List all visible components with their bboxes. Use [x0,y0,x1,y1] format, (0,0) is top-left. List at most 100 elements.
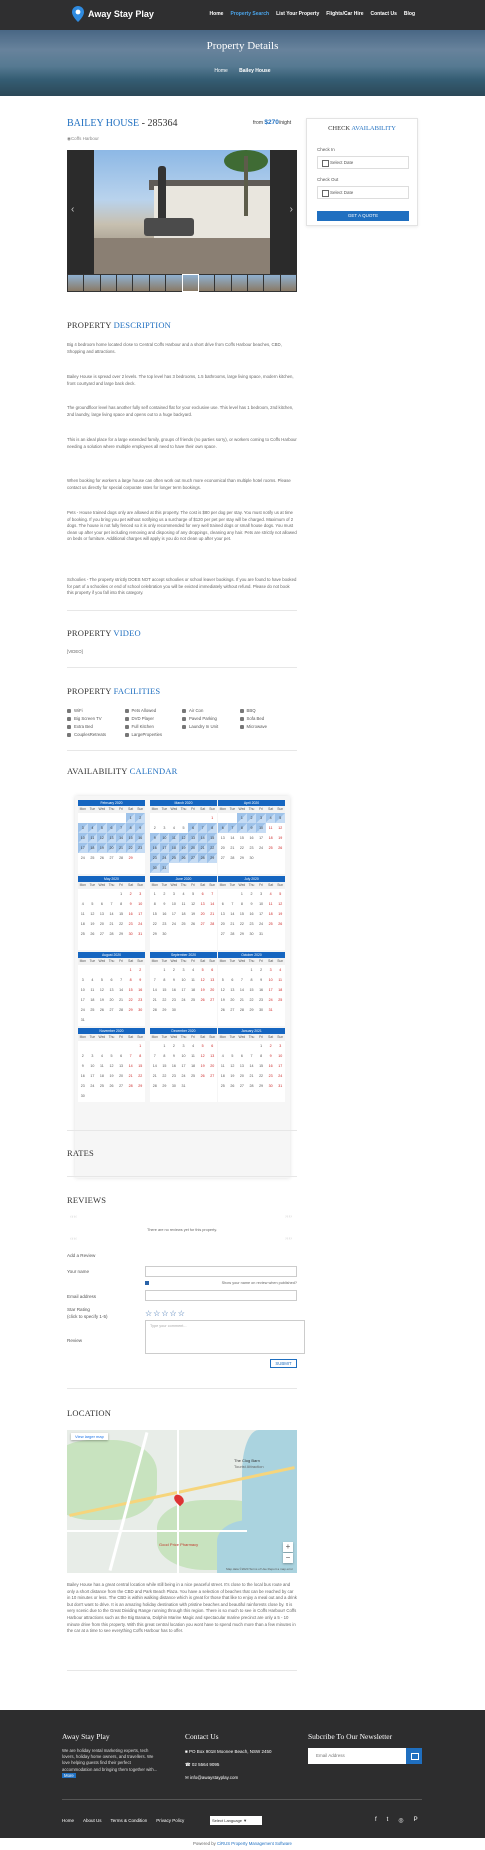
calendar-day[interactable]: 22 [150,919,160,929]
calendar-day[interactable]: 28 [116,853,126,863]
calendar-day[interactable]: 11 [188,975,198,985]
calendar-day[interactable]: 30 [256,1005,266,1015]
calendar-day[interactable]: 10 [256,899,266,909]
calendar-day[interactable]: 31 [256,929,266,939]
calendar-day[interactable]: 2 [135,965,145,975]
calendar-day[interactable]: 4 [265,813,276,823]
calendar-day[interactable]: 13 [106,833,117,843]
thumbnail[interactable] [247,275,264,291]
calendar-day[interactable]: 31 [78,1015,88,1025]
calendar-day[interactable]: 25 [169,853,179,863]
newsletter-email-input[interactable]: Email Address [316,1753,345,1758]
nav-home[interactable]: Home [210,11,224,17]
calendar-day[interactable]: 2 [247,889,257,899]
calendar-day[interactable]: 3 [88,1051,98,1061]
zoom-out-button[interactable]: − [283,1553,293,1563]
calendar-day[interactable]: 15 [256,1061,266,1071]
calendar-day[interactable]: 14 [150,1061,160,1071]
calendar-day[interactable]: 13 [107,985,117,995]
calendar-day[interactable]: 21 [107,919,117,929]
calendar-day[interactable]: 23 [169,1071,179,1081]
calendar-day[interactable]: 9 [256,975,266,985]
pinterest-icon[interactable]: P [414,1817,418,1824]
more-link[interactable]: More [62,1772,76,1778]
calendar-day[interactable]: 26 [275,843,285,853]
calendar-day[interactable]: 20 [207,985,217,995]
calendar-day[interactable]: 19 [97,843,107,853]
calendar-day[interactable]: 6 [207,1041,217,1051]
calendar-day[interactable]: 6 [218,823,228,833]
calendar-day[interactable]: 2 [160,889,170,899]
calendar-day[interactable]: 3 [169,889,179,899]
calendar-day[interactable]: 29 [160,1005,170,1015]
calendar-day[interactable]: 21 [150,995,160,1005]
calendar-day[interactable]: 25 [78,929,88,939]
calendar-day[interactable]: 25 [97,1081,107,1091]
calendar-day[interactable]: 1 [150,889,160,899]
calendar-day[interactable]: 1 [247,965,257,975]
calendar-day[interactable]: 31 [275,1081,285,1091]
calendar-day[interactable]: 24 [179,1071,189,1081]
calendar-day[interactable]: 4 [266,889,276,899]
calendar-day[interactable]: 12 [88,909,98,919]
calendar-day[interactable]: 5 [198,965,208,975]
calendar-day[interactable]: 5 [218,975,228,985]
calendar-day[interactable]: 30 [169,1005,179,1015]
calendar-day[interactable]: 1 [160,965,170,975]
calendar-day[interactable]: 5 [88,899,98,909]
calendar-day[interactable]: 19 [218,995,228,1005]
gallery-next-icon[interactable]: › [290,204,293,215]
calendar-day[interactable]: 9 [160,899,170,909]
calendar-day[interactable]: 1 [256,1041,266,1051]
calendar-day[interactable]: 12 [275,899,285,909]
calendar-day[interactable]: 8 [160,1051,170,1061]
calendar-day[interactable]: 16 [256,985,266,995]
calendar-day[interactable]: 3 [256,889,266,899]
calendar-day[interactable]: 22 [256,1071,266,1081]
calendar-day[interactable]: 4 [78,899,88,909]
calendar-day[interactable]: 30 [126,929,136,939]
calendar-day[interactable]: 4 [188,1041,198,1051]
calendar-day[interactable]: 12 [97,985,107,995]
facebook-icon[interactable]: f [375,1817,377,1824]
calendar-day[interactable]: 12 [198,1051,208,1061]
calendar-day[interactable]: 18 [266,833,276,843]
thumbnail[interactable] [198,275,215,291]
calendar-day[interactable]: 29 [126,1005,136,1015]
calendar-day[interactable]: 25 [218,1081,228,1091]
calendar-day[interactable]: 26 [107,1081,117,1091]
calendar-day[interactable]: 18 [88,995,98,1005]
nav-blog[interactable]: Blog [404,11,415,17]
calendar-day[interactable]: 24 [256,843,266,853]
language-select[interactable]: Select Language ▼ [210,1816,262,1825]
calendar-day[interactable]: 16 [135,985,145,995]
calendar-day[interactable]: 5 [198,1041,208,1051]
checkout-input[interactable]: Select Date [317,186,409,199]
calendar-day[interactable]: 30 [266,1081,276,1091]
calendar-day[interactable]: 17 [78,995,88,1005]
breadcrumb-home[interactable]: Home [214,68,227,74]
calendar-day[interactable]: 3 [256,813,266,823]
calendar-day[interactable]: 22 [247,995,257,1005]
calendar-day[interactable]: 7 [150,975,160,985]
calendar-day[interactable]: 28 [207,919,217,929]
calendar-day[interactable]: 17 [179,1061,189,1071]
calendar-day[interactable]: 6 [97,899,107,909]
calendar-day[interactable]: 27 [188,853,198,863]
calendar-day[interactable]: 23 [78,1081,88,1091]
calendar-day[interactable]: 31 [266,1005,276,1015]
twitter-icon[interactable]: t [387,1817,389,1824]
calendar-day[interactable]: 11 [275,975,285,985]
calendar-day[interactable]: 12 [228,1061,238,1071]
calendar-day[interactable]: 7 [116,823,126,833]
calendar-day[interactable]: 1 [125,813,136,823]
calendar-day[interactable]: 25 [88,1005,98,1015]
checkin-input[interactable]: Select Date [317,156,409,169]
gallery-prev-icon[interactable]: ‹ [71,204,74,215]
nav-property-search[interactable]: Property Search [230,11,269,17]
calendar-day[interactable]: 16 [169,1061,179,1071]
calendar-day[interactable]: 2 [150,823,160,833]
calendar-day[interactable]: 16 [169,985,179,995]
calendar-day[interactable]: 4 [169,823,179,833]
calendar-day[interactable]: 21 [237,995,247,1005]
